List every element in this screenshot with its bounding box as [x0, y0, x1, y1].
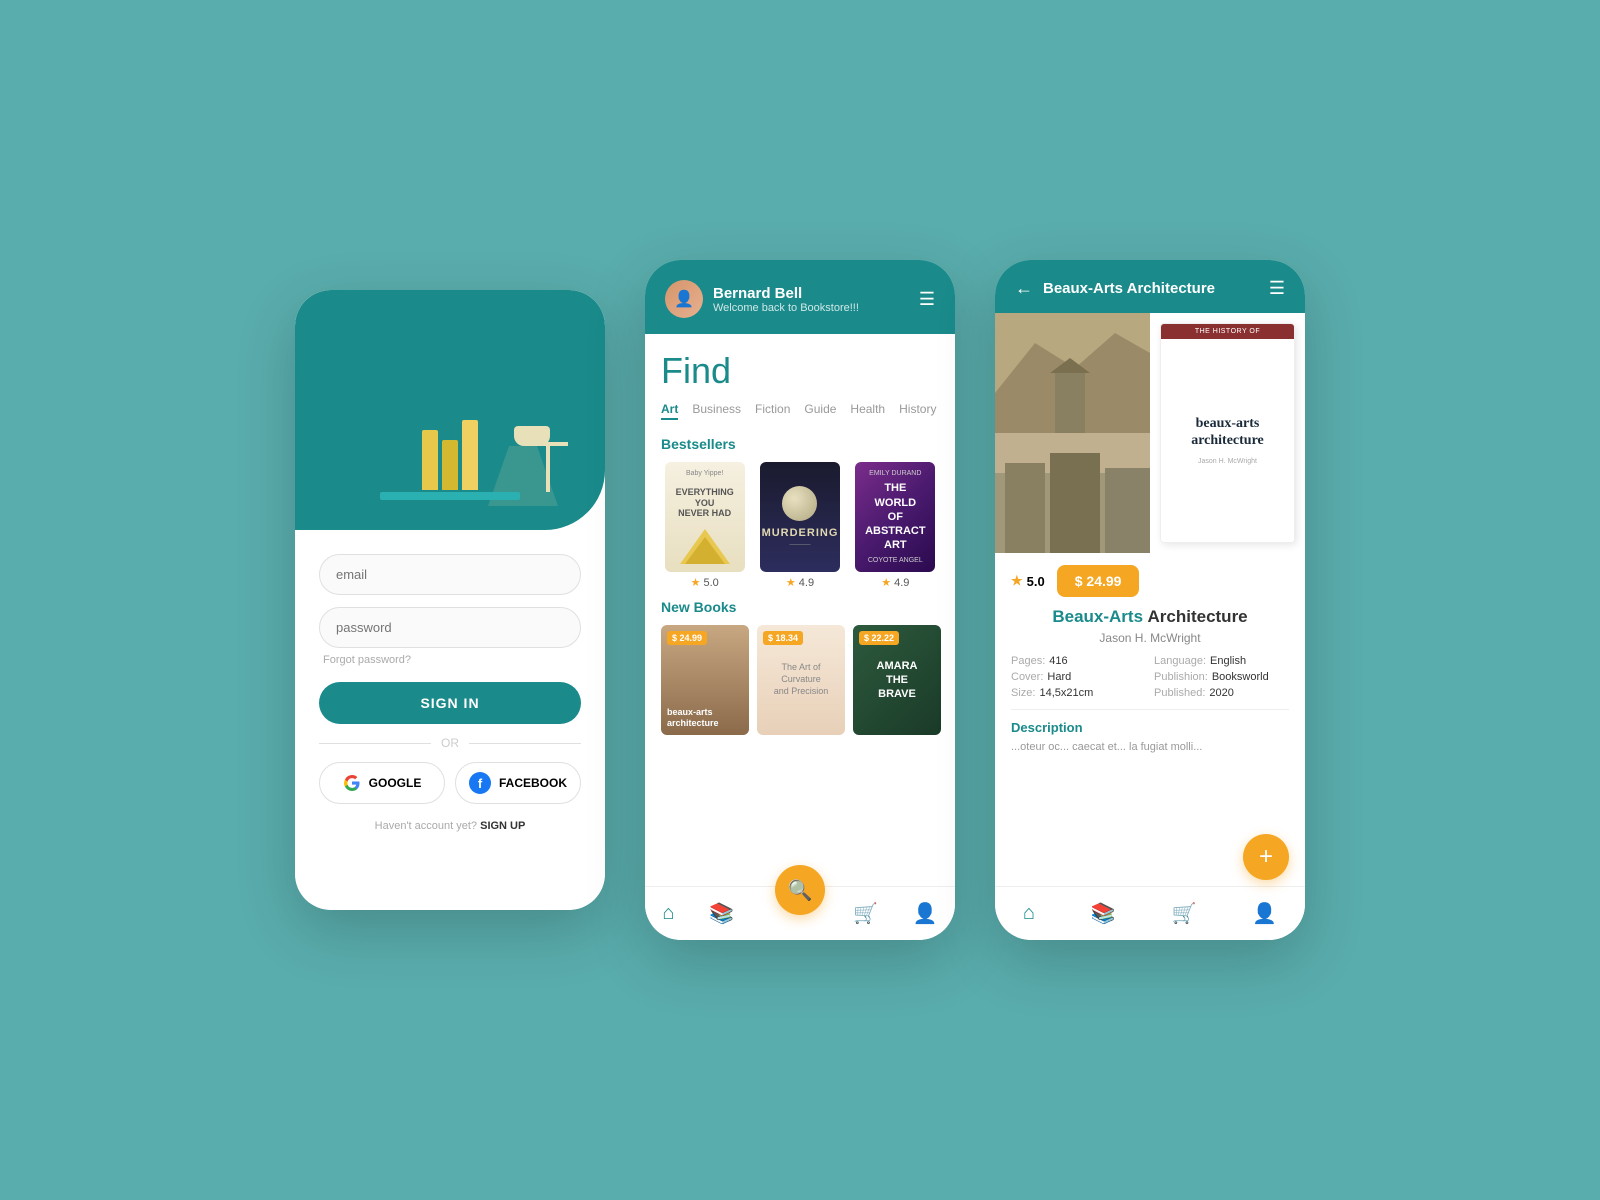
login-form: Forgot password? SIGN IN OR GOOGLE f FAC…	[295, 530, 605, 910]
user-welcome: Welcome back to Bookstore!!!	[713, 302, 859, 314]
login-illustration	[295, 290, 605, 530]
social-login-group: GOOGLE f FACEBOOK	[319, 762, 581, 804]
signup-link[interactable]: SIGN UP	[480, 820, 525, 832]
new-book-card-1[interactable]: beaux-artsarchitecture $ 24.99	[661, 625, 749, 735]
gallery-book-cover: THE HISTORY OF beaux-artsarchitecture Ja…	[1150, 313, 1305, 553]
book-meta-grid: Pages: 416 Language: English Cover: Hard…	[1011, 655, 1289, 710]
meta-pages: Pages: 416	[1011, 655, 1146, 667]
home-screen: 👤 Bernard Bell Welcome back to Bookstore…	[645, 260, 955, 940]
user-info: 👤 Bernard Bell Welcome back to Bookstore…	[665, 280, 859, 318]
home-nav-icon[interactable]: ⌂	[662, 902, 674, 925]
google-icon	[343, 774, 361, 792]
user-details: Bernard Bell Welcome back to Bookstore!!…	[713, 285, 859, 314]
price-button[interactable]: $ 24.99	[1057, 565, 1140, 597]
google-login-button[interactable]: GOOGLE	[319, 762, 445, 804]
detail-content: THE HISTORY OF beaux-artsarchitecture Ja…	[995, 313, 1305, 886]
meta-cover: Cover: Hard	[1011, 671, 1146, 683]
category-tabs: Art Business Fiction Guide Health Histor…	[661, 402, 939, 420]
back-button[interactable]: ←	[1015, 278, 1033, 299]
find-title: Find	[661, 350, 939, 392]
book-title-dark: Architecture	[1148, 607, 1248, 626]
price-badge-3: $ 22.22	[859, 631, 899, 645]
cart-nav-icon[interactable]: 🛒	[853, 901, 878, 926]
signup-text: Haven't account yet? SIGN UP	[319, 820, 581, 832]
detail-menu-icon[interactable]: ☰	[1269, 278, 1285, 299]
books-shelf	[422, 420, 478, 490]
new-books-row: beaux-artsarchitecture $ 24.99 The Art o…	[661, 625, 939, 735]
book-title-teal: Beaux-Arts	[1052, 607, 1143, 626]
book-cover-3: EMILY DURAND THEWORLDOFABSTRACTART COYOT…	[855, 462, 935, 572]
facebook-icon: f	[469, 772, 491, 794]
book-cover-1: Baby Yippe! EVERYTHING YOUNEVER HAD	[665, 462, 745, 572]
gallery-img-top	[995, 313, 1150, 433]
lamp-decoration	[528, 442, 550, 492]
meta-language: Language: English	[1154, 655, 1289, 667]
detail-rating: ★ 5.0	[1011, 573, 1045, 589]
bestseller-card-3[interactable]: EMILY DURAND THEWORLDOFABSTRACTART COYOT…	[852, 462, 939, 589]
library-nav-icon[interactable]: 📚	[709, 901, 734, 926]
book-rating-1: ★ 5.0	[691, 576, 719, 589]
detail-profile-icon[interactable]: 👤	[1252, 901, 1277, 926]
gallery-left	[995, 313, 1150, 553]
bestseller-card-2[interactable]: MURDERING ——— ★ 4.9	[756, 462, 843, 589]
book-rating-2: ★ 4.9	[786, 576, 814, 589]
detail-library-icon[interactable]: 📚	[1091, 901, 1116, 926]
sign-in-button[interactable]: SIGN IN	[319, 682, 581, 724]
price-badge-1: $ 24.99	[667, 631, 707, 645]
email-field[interactable]	[319, 554, 581, 595]
login-screen: Forgot password? SIGN IN OR GOOGLE f FAC…	[295, 290, 605, 910]
profile-nav-icon[interactable]: 👤	[913, 901, 938, 926]
detail-info: ★ 5.0 $ 24.99 Beaux-Arts Architecture Ja…	[995, 553, 1305, 768]
meta-size: Size: 14,5x21cm	[1011, 687, 1146, 699]
new-book-card-3[interactable]: AMARATHEBRAVE $ 22.22	[853, 625, 941, 735]
facebook-login-button[interactable]: f FACEBOOK	[455, 762, 581, 804]
detail-screen: ← Beaux-Arts Architecture ☰	[995, 260, 1305, 940]
avatar: 👤	[665, 280, 703, 318]
tab-art[interactable]: Art	[661, 402, 678, 420]
tab-history[interactable]: History	[899, 402, 936, 420]
bestseller-card-1[interactable]: Baby Yippe! EVERYTHING YOUNEVER HAD ★ 5.…	[661, 462, 748, 589]
book-cover-author: Jason H. McWright	[1198, 458, 1257, 465]
forgot-password-link[interactable]: Forgot password?	[323, 654, 581, 666]
password-field[interactable]	[319, 607, 581, 648]
description-text: ...oteur oc... caecat et... la fugiat mo…	[1011, 739, 1289, 756]
book-cover-title: beaux-artsarchitecture	[1191, 416, 1264, 450]
price-badge-2: $ 18.34	[763, 631, 803, 645]
book-author: Jason H. McWright	[1011, 631, 1289, 645]
detail-page-title: Beaux-Arts Architecture	[1043, 280, 1215, 297]
gallery-img-bottom	[995, 433, 1150, 553]
price-row: ★ 5.0 $ 24.99	[1011, 565, 1289, 597]
new-book-card-2[interactable]: The Art ofCurvatureand Precision $ 18.34	[757, 625, 845, 735]
tab-guide[interactable]: Guide	[804, 402, 836, 420]
new-books-title: New Books	[661, 599, 939, 615]
meta-publication: Publishion: Booksworld	[1154, 671, 1289, 683]
menu-icon[interactable]: ☰	[919, 289, 935, 310]
detail-navbar: ⌂ 📚 🛒 👤 +	[995, 886, 1305, 940]
facebook-label: FACEBOOK	[499, 776, 567, 790]
detail-cart-icon[interactable]: 🛒	[1171, 901, 1196, 926]
detail-header-left: ← Beaux-Arts Architecture	[1015, 278, 1215, 299]
bestsellers-title: Bestsellers	[661, 436, 939, 452]
book-rating-3: ★ 4.9	[881, 576, 909, 589]
add-to-cart-fab[interactable]: +	[1243, 834, 1289, 880]
search-fab-button[interactable]: 🔍	[775, 865, 825, 915]
home-navbar: ⌂ 📚 🛒 👤 🔍	[645, 886, 955, 940]
google-label: GOOGLE	[369, 776, 422, 790]
user-name: Bernard Bell	[713, 285, 859, 302]
tab-business[interactable]: Business	[692, 402, 741, 420]
book-gallery: THE HISTORY OF beaux-artsarchitecture Ja…	[995, 313, 1305, 553]
or-divider: OR	[319, 736, 581, 750]
book-cover-2: MURDERING ———	[760, 462, 840, 572]
meta-published: Published: 2020	[1154, 687, 1289, 699]
description-title: Description	[1011, 720, 1289, 735]
tab-fiction[interactable]: Fiction	[755, 402, 790, 420]
home-header: 👤 Bernard Bell Welcome back to Bookstore…	[645, 260, 955, 334]
bestsellers-row: Baby Yippe! EVERYTHING YOUNEVER HAD ★ 5.…	[661, 462, 939, 589]
tab-health[interactable]: Health	[850, 402, 885, 420]
avatar-image: 👤	[665, 280, 703, 318]
detail-home-icon[interactable]: ⌂	[1023, 902, 1035, 925]
home-content: Find Art Business Fiction Guide Health H…	[645, 334, 955, 886]
detail-header: ← Beaux-Arts Architecture ☰	[995, 260, 1305, 313]
